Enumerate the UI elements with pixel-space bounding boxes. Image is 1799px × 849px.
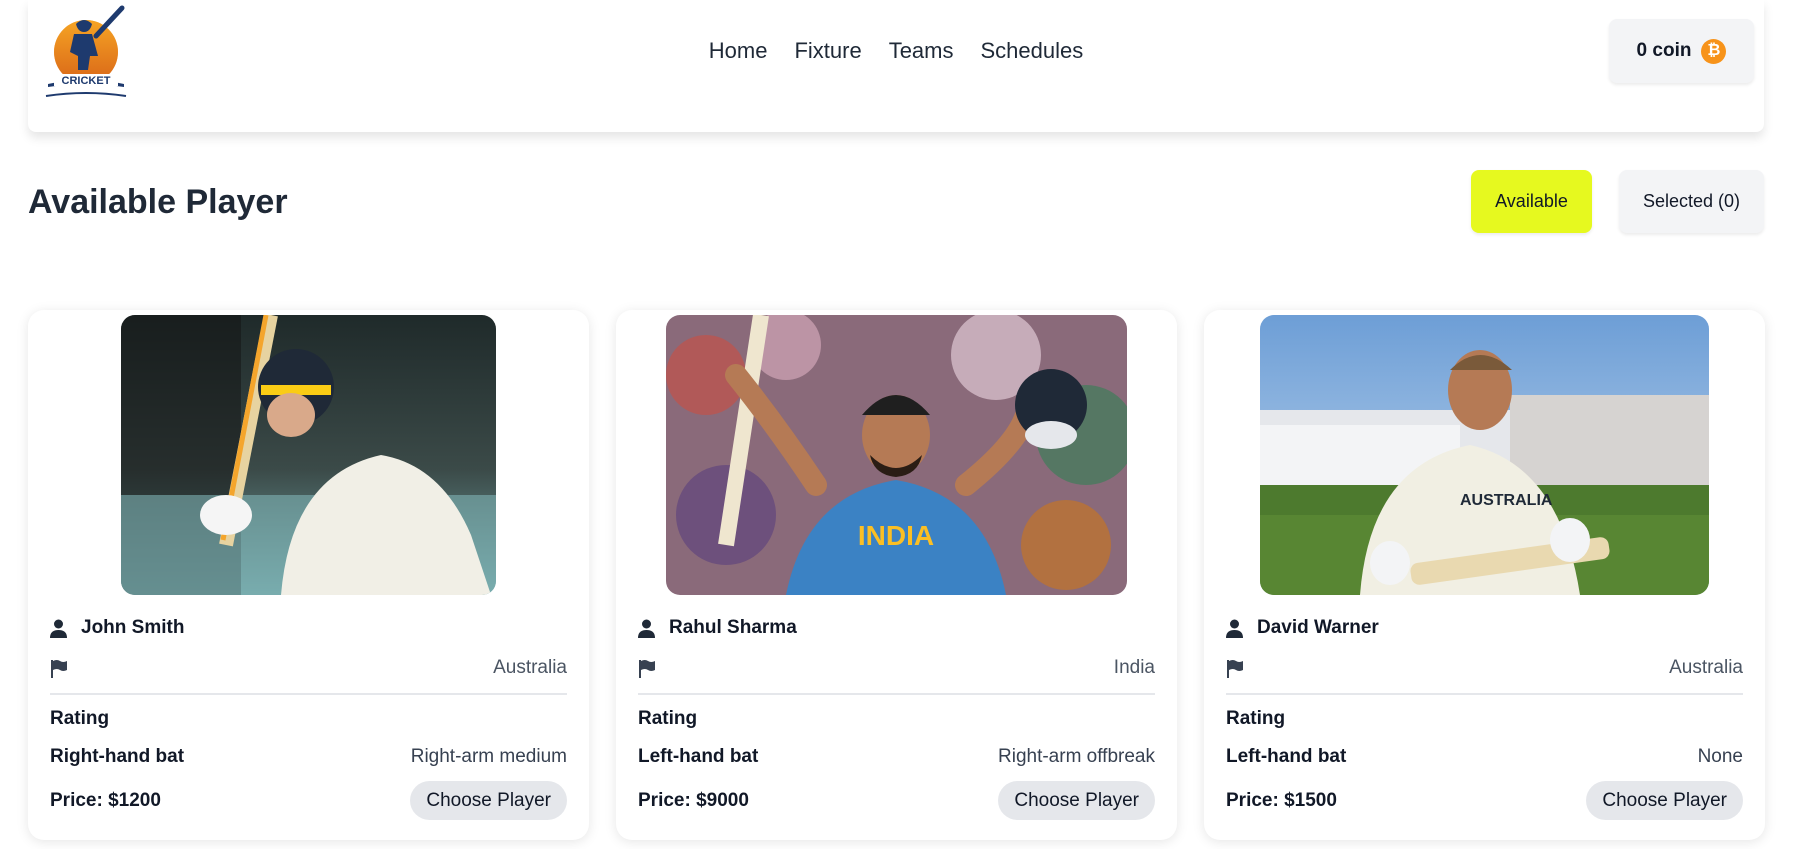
player-price: Price: $1500 (1226, 789, 1337, 811)
price-row: Price: $1200 Choose Player (50, 781, 567, 820)
price-row: Price: $1500 Choose Player (1226, 781, 1743, 820)
player-price: Price: $1200 (50, 789, 161, 811)
batting-style: Right-hand bat (50, 746, 185, 767)
player-price: Price: $9000 (638, 789, 749, 811)
navbar: CRICKET Home Fixture Teams Schedules 0 c… (28, 0, 1764, 132)
svg-text:INDIA: INDIA (858, 520, 934, 551)
player-country-row: Australia (1226, 657, 1743, 679)
flag-icon (51, 659, 67, 678)
batting-style: Left-hand bat (638, 746, 759, 767)
bowling-style: Right-arm offbreak (998, 746, 1155, 767)
player-name: Rahul Sharma (669, 617, 797, 638)
player-style-row: Right-hand bat Right-arm medium (50, 746, 567, 768)
flag-icon (639, 659, 655, 678)
user-icon (1226, 619, 1243, 638)
rating-label: Rating (50, 708, 110, 729)
divider (638, 693, 1155, 695)
player-name-row: Rahul Sharma (638, 617, 797, 639)
choose-player-button[interactable]: Choose Player (410, 781, 567, 820)
svg-text:CRICKET: CRICKET (62, 75, 111, 87)
tab-available[interactable]: Available (1471, 170, 1592, 233)
choose-player-button[interactable]: Choose Player (1586, 781, 1743, 820)
divider (1226, 693, 1743, 695)
user-icon (50, 619, 67, 638)
bitcoin-icon: ₿ (1701, 38, 1727, 64)
divider (50, 693, 567, 695)
coin-balance-button[interactable]: 0 coin ₿ (1609, 19, 1754, 83)
player-country-row: India (638, 657, 1155, 679)
player-name-row: John Smith (50, 617, 184, 639)
tab-selected[interactable]: Selected (0) (1619, 170, 1764, 233)
player-country: Australia (493, 657, 567, 678)
player-style-row: Left-hand bat None (1226, 746, 1743, 768)
player-name-row: David Warner (1226, 617, 1379, 639)
bowling-style: Right-arm medium (410, 746, 567, 767)
nav-fixture[interactable]: Fixture (794, 38, 861, 64)
player-country: India (1113, 657, 1155, 678)
player-card: AUSTRALIA David Warner Australia Rating … (1204, 310, 1765, 840)
player-country-row: Australia (50, 657, 567, 679)
rating-label: Rating (638, 708, 698, 729)
rating-label: Rating (1226, 708, 1286, 729)
nav-teams[interactable]: Teams (889, 38, 954, 64)
player-card: INDIA Rahul Sharma India Rating Left-han… (616, 310, 1177, 840)
player-photo: INDIA (666, 315, 1127, 595)
main-nav: Home Fixture Teams Schedules (28, 38, 1764, 64)
flag-icon (1227, 659, 1243, 678)
player-style-row: Left-hand bat Right-arm offbreak (638, 746, 1155, 768)
player-photo: AUSTRALIA (1260, 315, 1709, 595)
batting-style: Left-hand bat (1226, 746, 1347, 767)
coin-balance-label: 0 coin (1636, 40, 1692, 61)
user-icon (638, 619, 655, 638)
player-country: Australia (1669, 657, 1743, 678)
svg-text:AUSTRALIA: AUSTRALIA (1460, 492, 1553, 509)
nav-home[interactable]: Home (709, 38, 768, 64)
price-row: Price: $9000 Choose Player (638, 781, 1155, 820)
nav-schedules[interactable]: Schedules (980, 38, 1083, 64)
choose-player-button[interactable]: Choose Player (998, 781, 1155, 820)
player-card: John Smith Australia Rating Right-hand b… (28, 310, 589, 840)
page-title: Available Player (28, 183, 288, 221)
player-name: David Warner (1257, 617, 1379, 638)
player-photo (121, 315, 496, 595)
player-name: John Smith (81, 617, 185, 638)
bowling-style: None (1697, 746, 1743, 767)
